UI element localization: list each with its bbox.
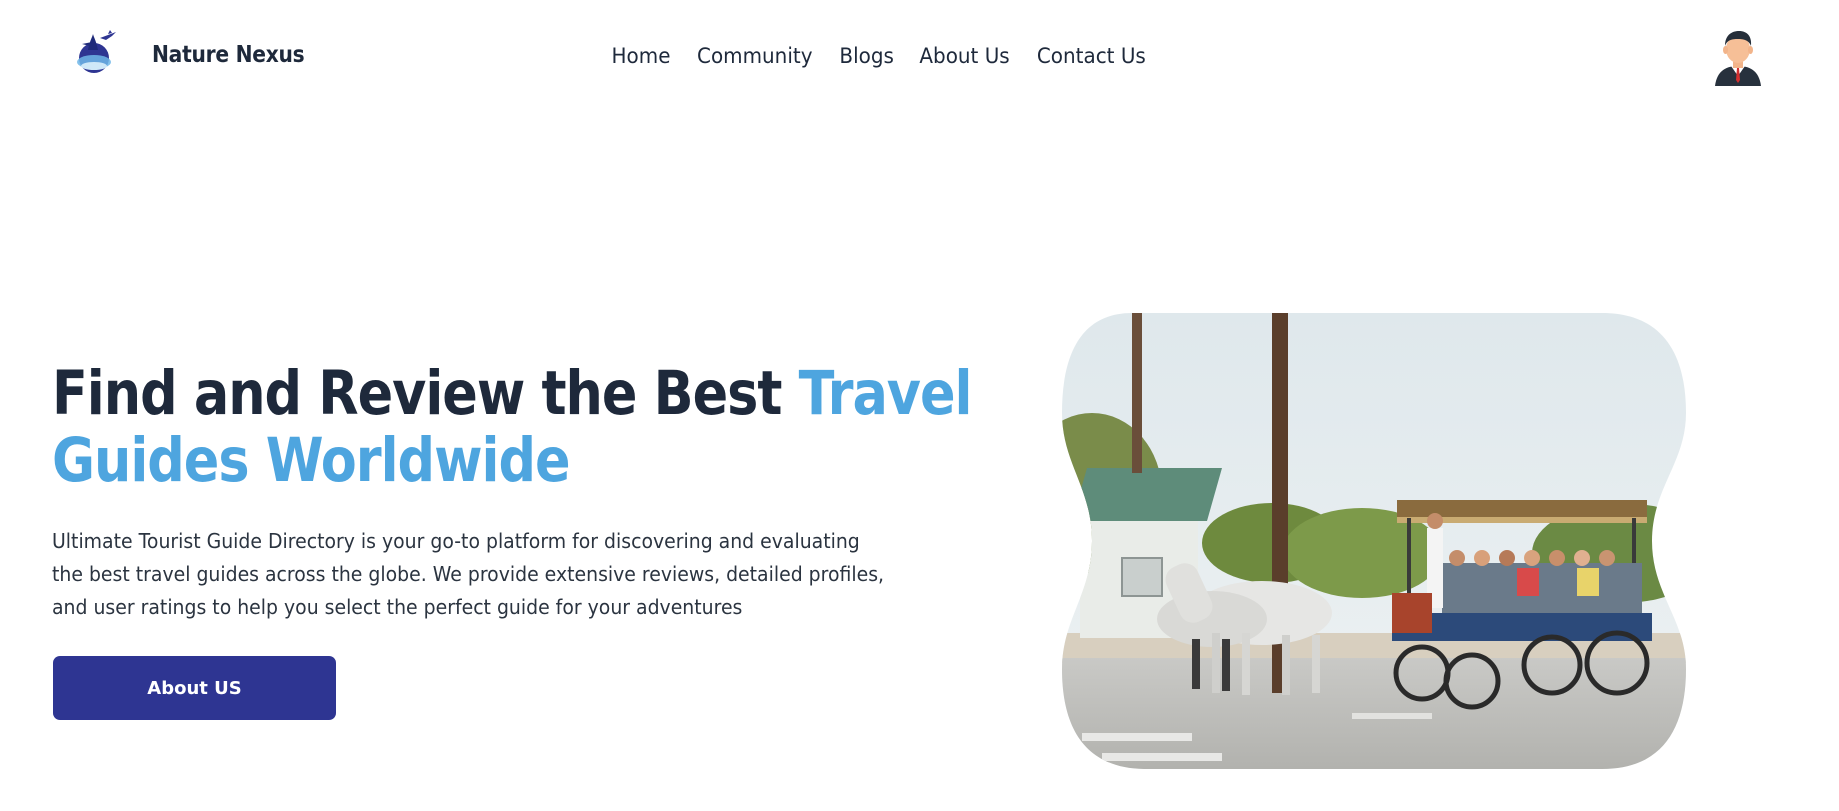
nav-home[interactable]: Home	[612, 44, 671, 68]
horse-carriage-tour-photo	[1062, 313, 1686, 769]
about-us-button[interactable]: About US	[53, 656, 336, 720]
hero-title: Find and Review the Best Travel Guides W…	[52, 358, 973, 496]
brand[interactable]: Nature Nexus	[70, 28, 305, 78]
navbar: Nature Nexus Home Community Blogs About …	[0, 0, 1839, 114]
hero-title-part1: Find and Review the Best	[52, 358, 799, 429]
nav-about-us[interactable]: About Us	[919, 44, 1009, 68]
main-nav: Home Community Blogs About Us Contact Us	[610, 44, 1171, 68]
hero-title-highlight-travel: Travel	[798, 358, 973, 429]
nav-contact-us[interactable]: Contact Us	[1037, 44, 1146, 68]
hero-description-line: the best travel guides across the globe.…	[52, 562, 885, 586]
hero-description: Ultimate Tourist Guide Directory is your…	[52, 525, 1012, 624]
hero-title-highlight-guides: Guides Worldwide	[52, 425, 571, 496]
hero-description-line: Ultimate Tourist Guide Directory is your…	[52, 529, 860, 553]
hero-description-line: and user ratings to help you select the …	[52, 595, 743, 619]
nav-community[interactable]: Community	[697, 44, 812, 68]
brand-name: Nature Nexus	[152, 42, 305, 68]
user-avatar-icon[interactable]	[1713, 28, 1763, 86]
globe-airplane-logo-icon	[77, 30, 116, 73]
nav-blogs[interactable]: Blogs	[839, 44, 894, 68]
